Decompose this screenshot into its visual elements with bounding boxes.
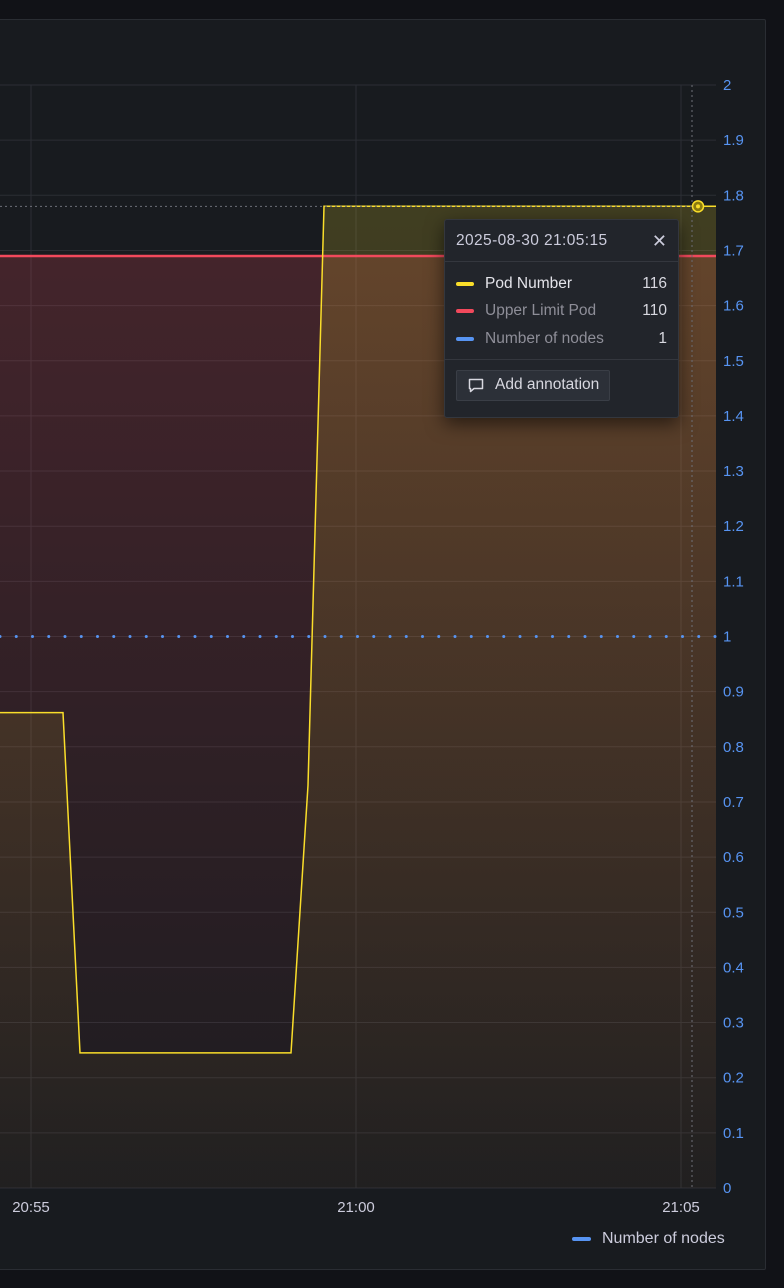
y-tick-label: 1.5 [723,353,744,370]
y-tick-label: 0.7 [723,794,744,811]
legend-item-number-of-nodes[interactable]: Number of nodes [602,1230,725,1248]
tooltip-footer: Add annotation [445,360,678,411]
y-tick-label: 0.2 [723,1070,744,1087]
y-tick-label: 0.6 [723,849,744,866]
y-tick-label: 1.8 [723,187,744,204]
y-tick-label: 0 [723,1180,731,1197]
series-color-swatch [456,336,474,341]
time-series-chart[interactable]: 0 0.1 0.2 0.3 0.4 0.5 0.6 0.7 0.8 0.9 1 1.1 1.2 1.3 1.… [0,0,784,1288]
hover-point-center [696,204,700,209]
tooltip-series-name: Pod Number [485,274,573,292]
series-color-swatch [456,281,474,286]
x-tick-label: 21:00 [337,1199,375,1216]
tooltip-header: 2025-08-30 21:05:15 ✕ [445,220,678,262]
y-axis: 0 0.1 0.2 0.3 0.4 0.5 0.6 0.7 0.8 0.9 1 1.1 1.2 1.3 1.… [723,77,744,1197]
y-tick-label: 0.1 [723,1125,744,1142]
series-color-swatch [456,309,474,314]
y-tick-label: 1.1 [723,573,744,590]
tooltip-row-number-of-nodes: Number of nodes 1 [456,325,667,353]
x-tick-label: 21:05 [662,1199,700,1216]
y-tick-label: 1.4 [723,408,744,425]
y-tick-label: 0.9 [723,684,744,701]
hover-tooltip: 2025-08-30 21:05:15 ✕ Pod Number 116 Upp… [444,219,679,418]
tooltip-series-value: 116 [642,274,667,292]
y-tick-label: 0.4 [723,959,744,976]
close-icon[interactable]: ✕ [652,232,667,250]
y-tick-label: 0.5 [723,904,744,921]
add-annotation-label: Add annotation [495,376,600,393]
chart-legend[interactable]: Number of nodes [572,1230,725,1248]
y-tick-label: 0.8 [723,739,744,756]
tooltip-row-pod-number: Pod Number 116 [456,270,667,298]
add-annotation-button[interactable]: Add annotation [456,369,611,401]
x-tick-label: 20:55 [12,1199,50,1216]
tooltip-series-value: 110 [642,302,667,320]
y-tick-label: 1.9 [723,132,744,149]
y-tick-label: 1.7 [723,242,744,259]
tooltip-series-name: Number of nodes [485,329,604,347]
tooltip-series-name: Upper Limit Pod [485,302,597,320]
tooltip-series-value: 1 [658,329,667,347]
comment-icon [468,378,484,393]
tooltip-row-upper-limit-pod: Upper Limit Pod 110 [456,298,667,326]
tooltip-series-list: Pod Number 116 Upper Limit Pod 110 Numbe… [445,262,678,360]
y-tick-label: 2 [723,77,731,94]
tooltip-timestamp: 2025-08-30 21:05:15 [456,231,608,249]
x-axis: 20:55 21:00 21:05 [12,1199,700,1216]
legend-color-swatch [572,1237,591,1241]
y-tick-label: 0.3 [723,1015,744,1032]
y-tick-label: 1.2 [723,518,744,535]
y-tick-label: 1.6 [723,298,744,315]
y-tick-label: 1 [723,629,731,646]
y-tick-label: 1.3 [723,463,744,480]
